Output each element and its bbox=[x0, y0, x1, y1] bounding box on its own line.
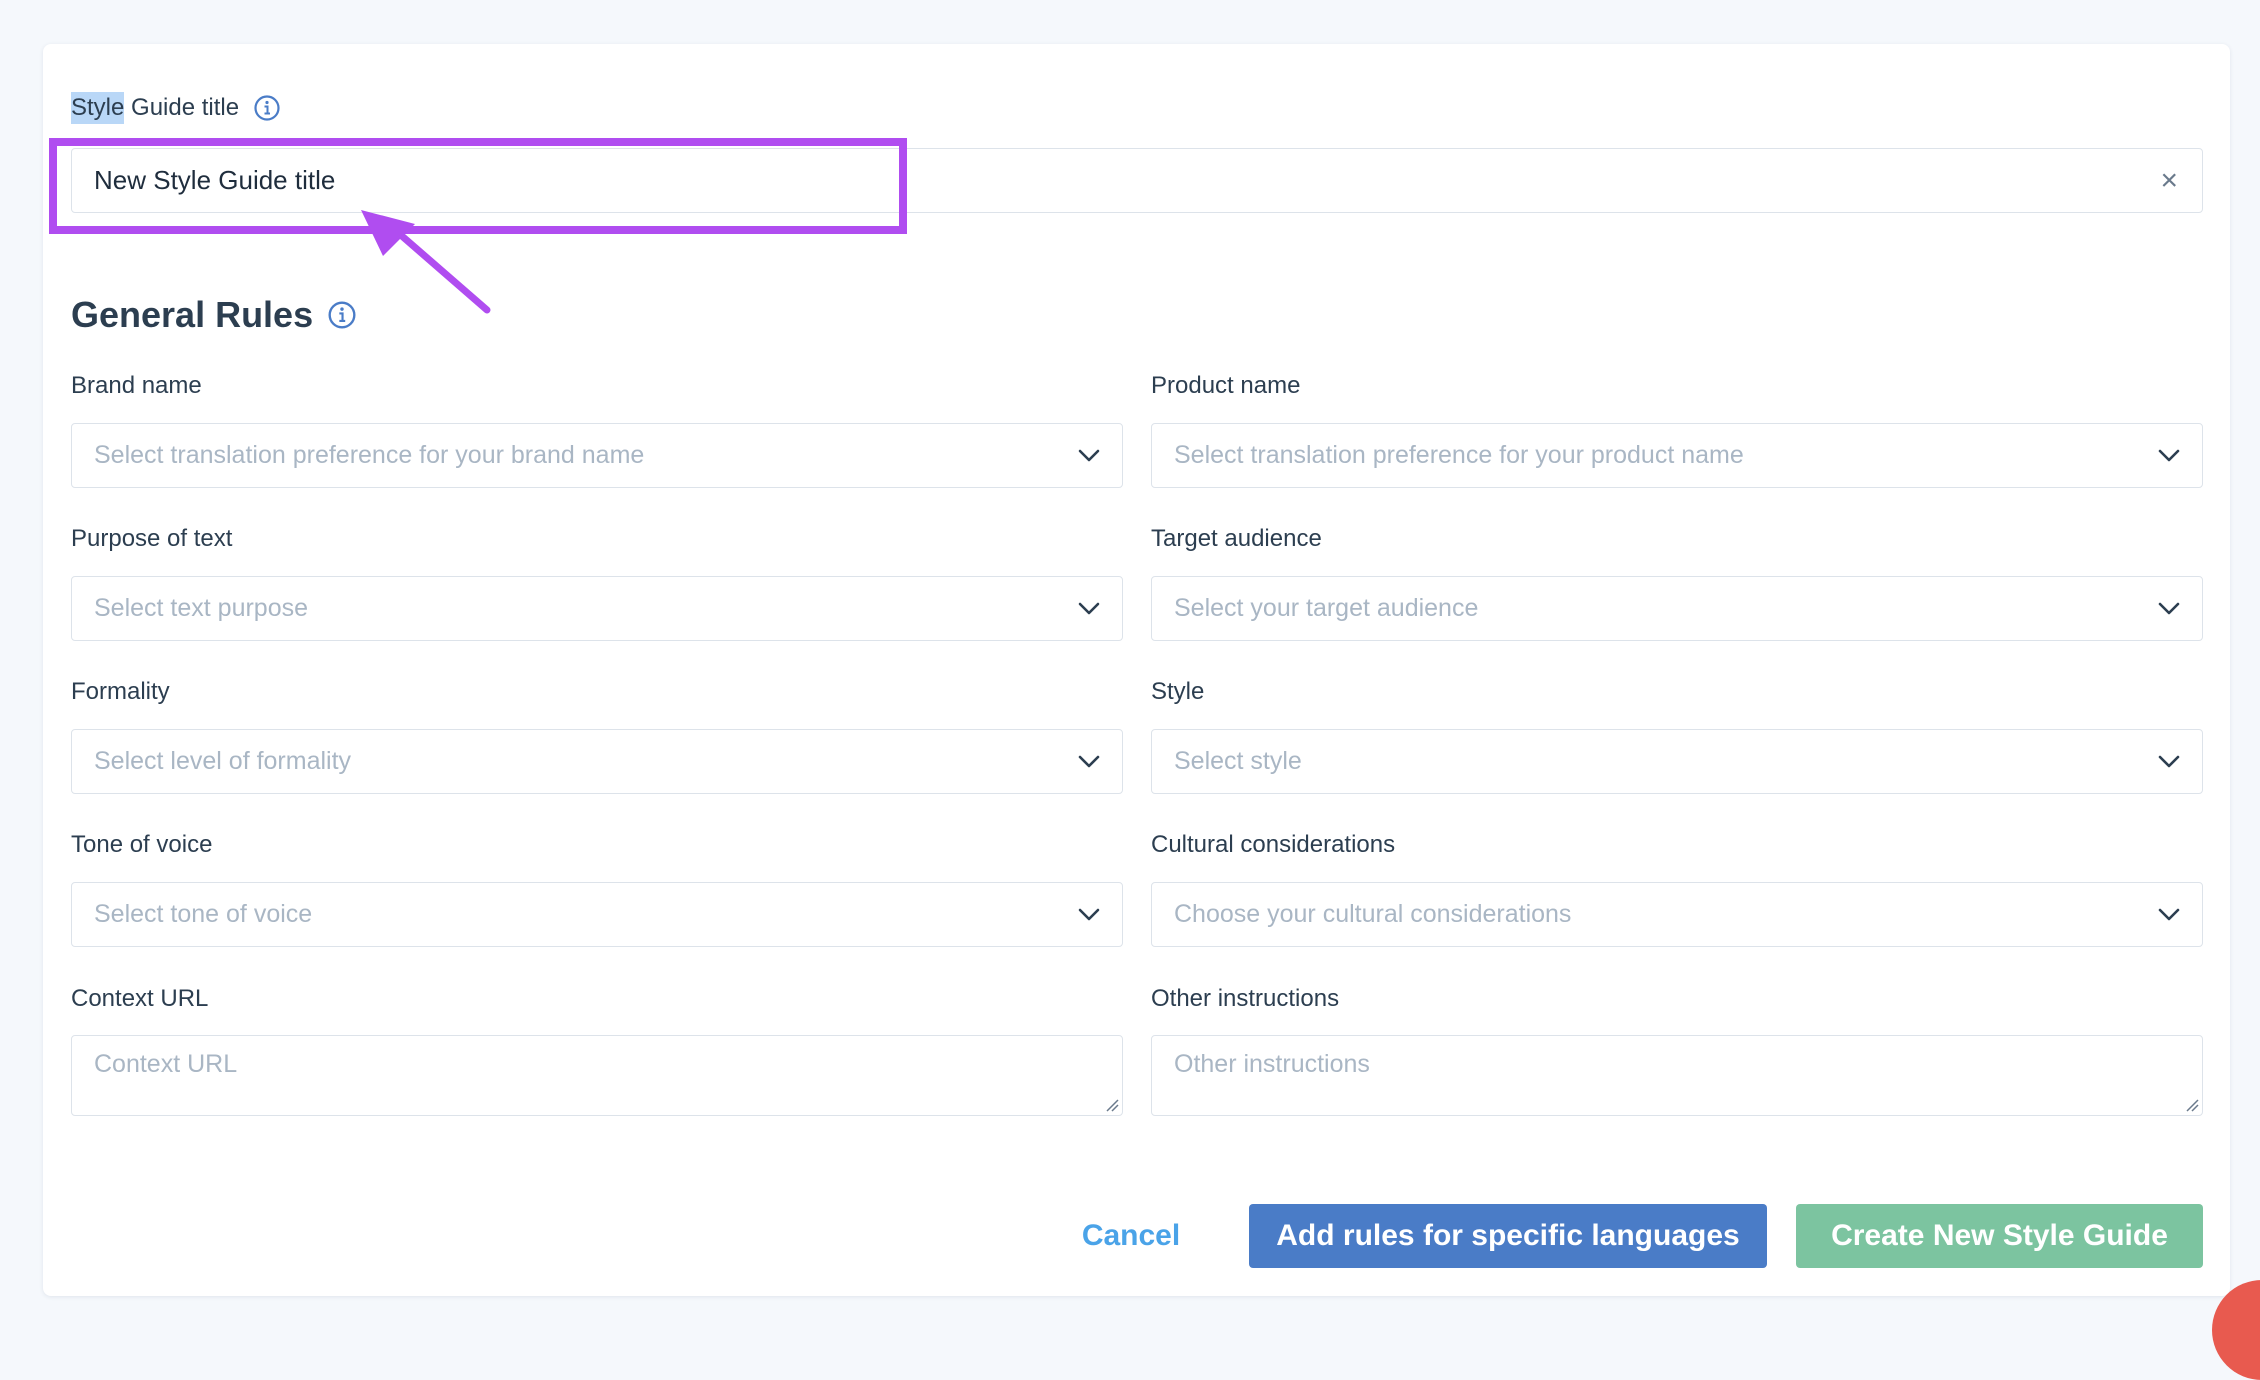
style-guide-title-label-text: Guide title bbox=[124, 94, 240, 121]
product-name-label: Product name bbox=[1151, 372, 1301, 399]
add-language-rules-button[interactable]: Add rules for specific languages bbox=[1249, 1204, 1767, 1268]
chevron-down-icon bbox=[1078, 602, 1100, 614]
purpose-label: Purpose of text bbox=[71, 525, 233, 552]
cultural-considerations-select[interactable]: Choose your cultural considerations bbox=[1151, 882, 2203, 947]
product-name-select[interactable]: Select translation preference for your p… bbox=[1151, 423, 2203, 488]
context-url-label: Context URL bbox=[71, 985, 209, 1012]
tone-of-voice-select[interactable]: Select tone of voice bbox=[71, 882, 1123, 947]
purpose-select[interactable]: Select text purpose bbox=[71, 576, 1123, 641]
other-instructions-textarea[interactable]: Other instructions bbox=[1151, 1035, 2203, 1116]
style-label: Style bbox=[1151, 678, 1205, 705]
info-icon[interactable] bbox=[327, 300, 357, 330]
cultural-considerations-placeholder: Choose your cultural considerations bbox=[1174, 900, 1572, 928]
target-audience-label: Target audience bbox=[1151, 525, 1322, 552]
style-guide-title-label: Style Guide title bbox=[71, 92, 281, 124]
style-select[interactable]: Select style bbox=[1151, 729, 2203, 794]
other-instructions-placeholder: Other instructions bbox=[1174, 1050, 1370, 1078]
chevron-down-icon bbox=[1078, 908, 1100, 920]
brand-name-placeholder: Select translation preference for your b… bbox=[94, 441, 645, 469]
target-audience-select[interactable]: Select your target audience bbox=[1151, 576, 2203, 641]
context-url-textarea[interactable]: Context URL bbox=[71, 1035, 1123, 1116]
formality-label: Formality bbox=[71, 678, 170, 705]
general-rules-title: General Rules bbox=[71, 294, 314, 335]
other-instructions-label: Other instructions bbox=[1151, 985, 1340, 1012]
style-guide-title-input[interactable]: New Style Guide title × bbox=[71, 148, 2203, 213]
chevron-down-icon bbox=[1078, 449, 1100, 461]
info-icon[interactable] bbox=[253, 94, 281, 122]
selected-text-highlight: Style bbox=[71, 92, 125, 124]
formality-placeholder: Select level of formality bbox=[94, 747, 352, 775]
chevron-down-icon bbox=[1078, 755, 1100, 767]
product-name-placeholder: Select translation preference for your p… bbox=[1174, 441, 1744, 469]
brand-name-label: Brand name bbox=[71, 372, 202, 399]
cancel-button[interactable]: Cancel bbox=[1082, 1204, 1180, 1268]
create-style-guide-button[interactable]: Create New Style Guide bbox=[1796, 1204, 2203, 1268]
close-icon[interactable]: × bbox=[2160, 164, 2178, 198]
context-url-placeholder: Context URL bbox=[94, 1050, 238, 1078]
chevron-down-icon bbox=[2158, 755, 2180, 767]
purpose-placeholder: Select text purpose bbox=[94, 594, 309, 622]
style-placeholder: Select style bbox=[1174, 747, 1302, 775]
resize-handle-icon[interactable] bbox=[1105, 1098, 1119, 1112]
general-rules-heading: General Rules bbox=[71, 294, 357, 336]
style-guide-title-value: New Style Guide title bbox=[94, 165, 336, 195]
tone-of-voice-label: Tone of voice bbox=[71, 831, 213, 858]
brand-name-select[interactable]: Select translation preference for your b… bbox=[71, 423, 1123, 488]
target-audience-placeholder: Select your target audience bbox=[1174, 594, 1479, 622]
tone-of-voice-placeholder: Select tone of voice bbox=[94, 900, 313, 928]
chevron-down-icon bbox=[2158, 908, 2180, 920]
chevron-down-icon bbox=[2158, 449, 2180, 461]
cultural-considerations-label: Cultural considerations bbox=[1151, 831, 1396, 858]
resize-handle-icon[interactable] bbox=[2185, 1098, 2199, 1112]
formality-select[interactable]: Select level of formality bbox=[71, 729, 1123, 794]
chevron-down-icon bbox=[2158, 602, 2180, 614]
